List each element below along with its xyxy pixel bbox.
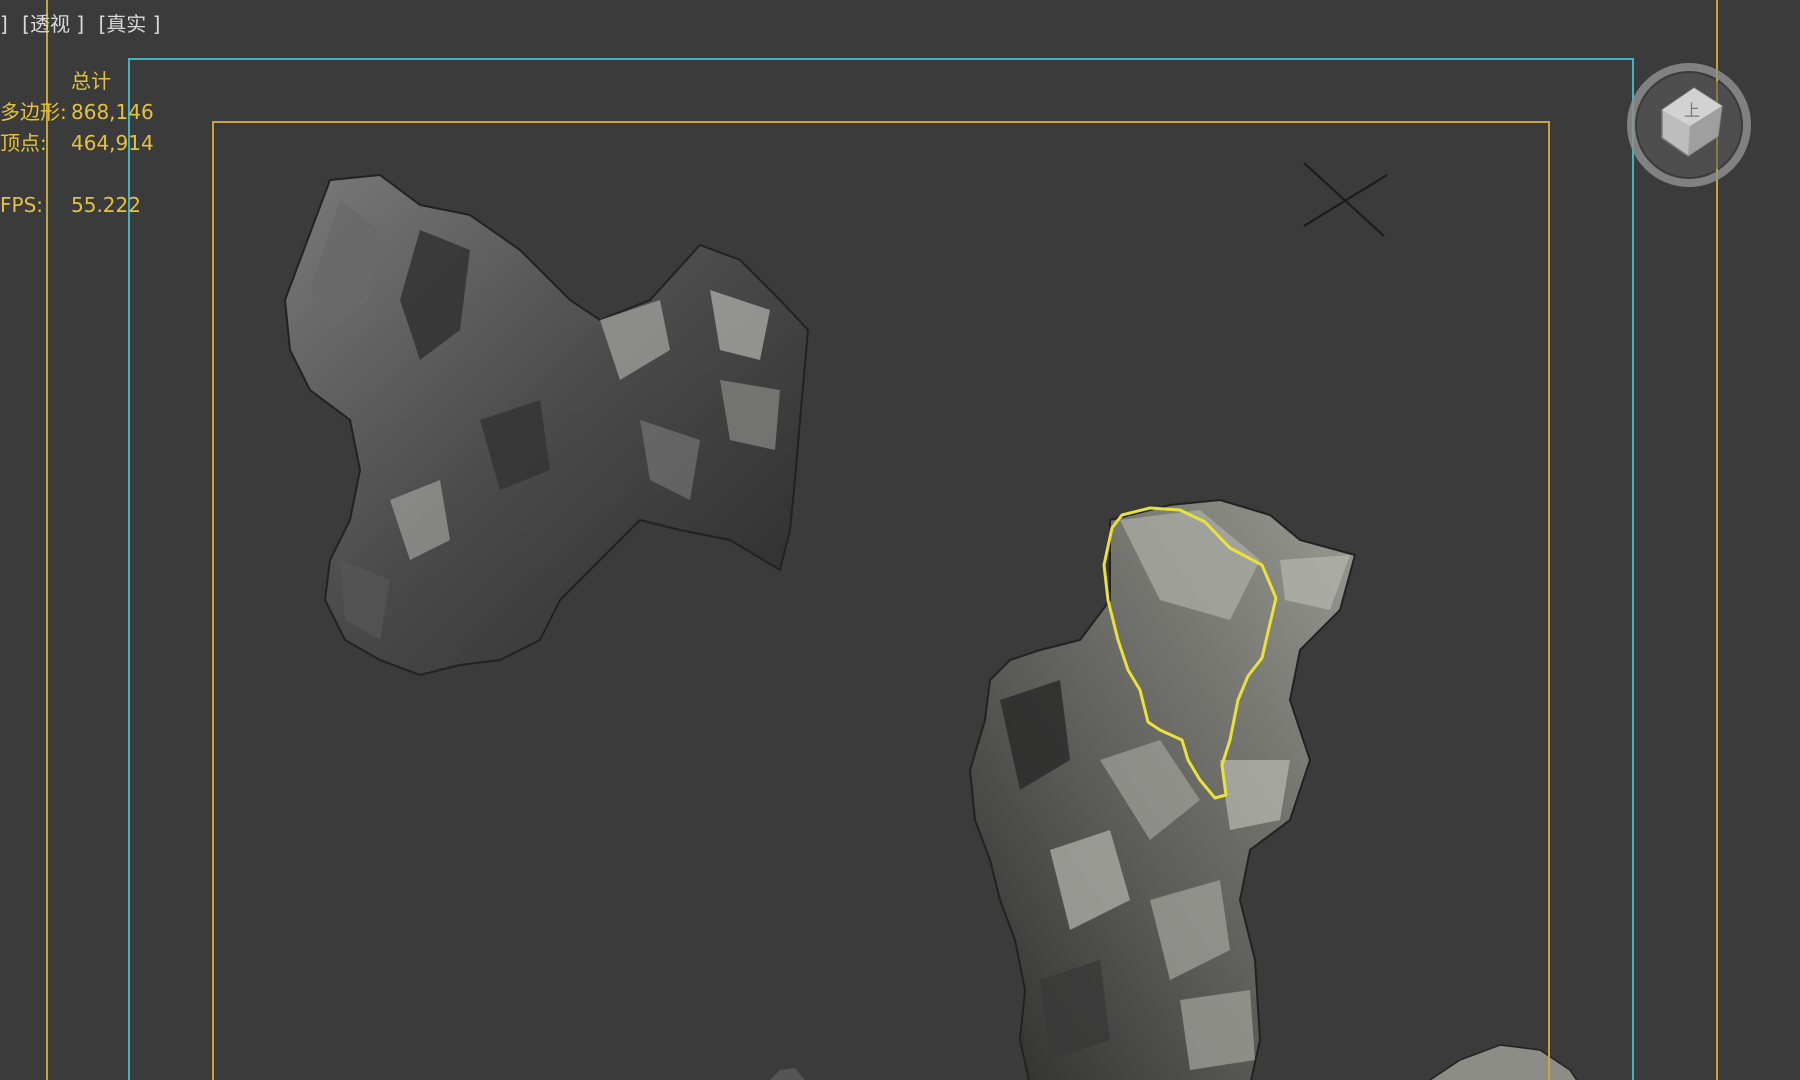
rock-fragment: [770, 1068, 805, 1080]
rock-model-bottom-right[interactable]: [1425, 1044, 1580, 1080]
viewport-label-shading[interactable]: [真实 ]: [99, 12, 161, 36]
viewcube[interactable]: 上: [1622, 58, 1756, 192]
stats-vertices-label: 顶点:: [0, 131, 47, 155]
stats-header: 总计: [71, 69, 111, 93]
scene-canvas[interactable]: [0, 0, 1800, 1080]
rock-model-left[interactable]: [283, 173, 810, 677]
viewport-label-bracket[interactable]: ]: [0, 12, 8, 36]
viewport-label-perspective[interactable]: [透视 ]: [22, 12, 84, 36]
camera-target-marker[interactable]: [1303, 162, 1388, 237]
stats-polygons-label: 多边形:: [0, 100, 67, 124]
stats-vertices-value: 464,914: [71, 131, 154, 155]
viewport-perspective[interactable]: ] [透视 ] [真实 ] 总计 多边形: 868,146 顶点: 464,91…: [0, 0, 1800, 1080]
stats-polygons-value: 868,146: [71, 100, 154, 124]
viewcube-face-label[interactable]: 上: [1684, 101, 1700, 120]
rock-model-right[interactable]: [968, 498, 1357, 1080]
stats-fps-label: FPS:: [0, 193, 43, 217]
viewport-label-menu[interactable]: ] [透视 ] [真实 ]: [0, 8, 168, 37]
stats-fps-value: 55.222: [71, 193, 141, 217]
viewcube-icon[interactable]: 上: [1622, 58, 1756, 192]
